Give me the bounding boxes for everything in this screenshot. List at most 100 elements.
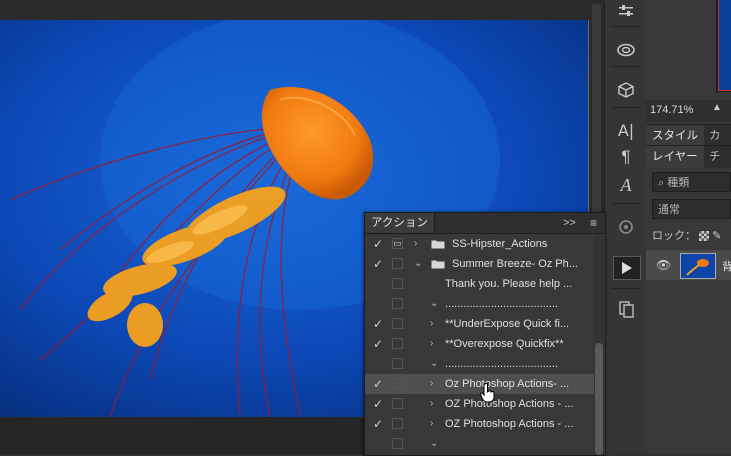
checkmark-icon[interactable]: ✓	[369, 394, 387, 414]
tab-actions[interactable]: アクション	[365, 213, 435, 233]
folder-icon	[431, 260, 445, 269]
chevron-right-icon[interactable]: ›	[430, 414, 433, 434]
checkmark-icon[interactable]: ✓	[369, 254, 387, 274]
action-row[interactable]: ✓ › OZ Photoshop Actions - ...	[365, 414, 594, 434]
tab-styles[interactable]: スタイル	[646, 125, 704, 147]
chevron-right-icon[interactable]: ›	[430, 374, 433, 394]
toggle-dialog-box[interactable]	[392, 398, 403, 409]
action-row[interactable]: ⌄.....................................	[365, 294, 594, 314]
action-row[interactable]: ✓ ⌄ Summer Breeze- Oz Ph...	[365, 254, 594, 274]
layers-tab-row: レイヤー チャ	[646, 145, 731, 185]
chevron-down-icon[interactable]: ⌄	[430, 354, 438, 374]
lock-transparent-pixels-icon[interactable]	[699, 231, 710, 242]
toggle-dialog-box[interactable]	[392, 418, 403, 429]
layer-filter-search[interactable]: ⌕ 種類	[652, 172, 731, 192]
divider	[611, 107, 641, 108]
panel-menu-icon[interactable]: ≡	[590, 213, 597, 233]
checkmark-icon[interactable]: ✓	[369, 414, 387, 434]
action-set-label: Summer Breeze- Oz Ph...	[452, 258, 578, 270]
chevron-right-icon[interactable]: ›	[430, 314, 433, 334]
toggle-dialog-box[interactable]	[392, 438, 403, 449]
navigator-thumbnail[interactable]	[716, 0, 731, 92]
action-row[interactable]: ⌄.....................................	[365, 354, 594, 374]
toggle-dialog-box[interactable]	[392, 358, 403, 369]
action-label: Thank you. Please help ...	[445, 278, 573, 290]
toggle-dialog-box[interactable]	[392, 298, 403, 309]
toggle-item-checkbox[interactable]	[369, 274, 387, 294]
hand-cursor-icon	[479, 382, 496, 403]
tab-layers[interactable]: レイヤー	[646, 146, 704, 168]
toggle-item-checkbox[interactable]	[369, 434, 387, 454]
actions-play-icon[interactable]	[613, 256, 641, 280]
paragraph-icon[interactable]: ¶	[614, 146, 638, 168]
toggle-dialog-box[interactable]	[392, 378, 403, 389]
zoom-out-mountain-icon[interactable]: ▲	[712, 102, 722, 113]
chevron-down-icon[interactable]: ⌄	[430, 434, 438, 454]
toggle-dialog-box[interactable]: ▭	[392, 238, 403, 249]
layer-row-background[interactable]: 👁 背	[646, 250, 731, 280]
action-label: OZ Photoshop Actions - ...	[445, 418, 574, 430]
toggle-dialog-box[interactable]	[392, 338, 403, 349]
chevron-right-icon[interactable]: ›	[414, 234, 417, 254]
layer-name: 背	[722, 261, 731, 273]
collapse-panel-icon[interactable]: >>	[563, 213, 576, 233]
toggle-item-checkbox[interactable]	[369, 354, 387, 374]
action-row[interactable]: ✓ › **Overexpose Quickfix**	[365, 334, 594, 354]
action-row[interactable]: Thank you. Please help ...	[365, 274, 594, 294]
chevron-right-icon[interactable]: ›	[430, 334, 433, 354]
action-set-label: SS-Hipster_Actions	[452, 238, 548, 250]
action-row[interactable]: ⌄	[365, 434, 594, 454]
action-label: **UnderExpose Quick fi...	[445, 318, 570, 330]
actions-panel-header: アクション >> ≡	[365, 213, 605, 234]
checkmark-icon[interactable]: ✓	[369, 314, 387, 334]
brush-settings-icon[interactable]	[614, 216, 638, 238]
adjust-sliders-icon[interactable]	[614, 0, 638, 22]
action-label	[445, 434, 589, 454]
folder-icon	[431, 240, 445, 249]
action-label: Oz Photoshop Actions- ...	[445, 378, 570, 390]
checkmark-icon[interactable]: ✓	[369, 234, 387, 254]
actions-scrollbar-thumb[interactable]	[595, 343, 603, 455]
toggle-dialog-box[interactable]	[392, 258, 403, 269]
navigator-zoom-row: 174.71% ▲	[646, 100, 731, 122]
checkmark-icon[interactable]: ✓	[369, 374, 387, 394]
tab-color[interactable]: カラ	[703, 125, 731, 164]
toggle-item-checkbox[interactable]	[369, 294, 387, 314]
lock-image-pixels-icon[interactable]: ✎	[712, 230, 721, 242]
visibility-eye-icon[interactable]: 👁	[656, 258, 671, 272]
document-tab-bar	[0, 0, 604, 22]
layer-thumbnail	[680, 253, 716, 279]
blend-mode-select[interactable]: 通常	[652, 199, 731, 219]
actions-panel: アクション >> ≡ ✓ ▭ › SS-Hipster_Actions ✓ ⌄ Summer…	[364, 212, 606, 456]
lock-label: ロック：	[652, 230, 696, 242]
chevron-down-icon[interactable]: ⌄	[414, 254, 422, 274]
blend-mode-value: 通常	[658, 204, 680, 216]
lock-row: ロック： ✎	[652, 228, 721, 244]
history-icon[interactable]	[614, 298, 638, 320]
action-row[interactable]: ✓ ▭ › SS-Hipster_Actions	[365, 234, 594, 254]
divider	[611, 26, 641, 27]
chevron-right-icon[interactable]: ›	[430, 394, 433, 414]
action-row[interactable]: ✓ › **UnderExpose Quick fi...	[365, 314, 594, 334]
style-tab-row: スタイル カラ	[646, 124, 731, 164]
tab-channels[interactable]: チャ	[703, 146, 731, 185]
character-icon[interactable]: A|	[614, 119, 638, 141]
action-label: .....................................	[445, 358, 559, 370]
3d-cube-icon[interactable]	[614, 79, 638, 101]
zoom-value[interactable]: 174.71%	[650, 104, 693, 116]
action-label: OZ Photoshop Actions - ...	[445, 398, 574, 410]
checkmark-icon[interactable]: ✓	[369, 334, 387, 354]
divider	[611, 66, 641, 67]
search-icon: ⌕	[658, 177, 665, 189]
toggle-dialog-box[interactable]	[392, 318, 403, 329]
toggle-dialog-box[interactable]	[392, 278, 403, 289]
divider	[611, 288, 641, 289]
panel-icon-strip: A| ¶ A	[604, 0, 648, 454]
chevron-down-icon[interactable]: ⌄	[430, 294, 438, 314]
action-label: .....................................	[445, 298, 559, 310]
divider	[611, 203, 641, 204]
creative-cloud-libraries-icon[interactable]	[614, 38, 638, 60]
action-label: **Overexpose Quickfix**	[445, 338, 564, 350]
glyphs-icon[interactable]: A	[614, 174, 638, 196]
filter-kind-label: 種類	[667, 177, 690, 189]
